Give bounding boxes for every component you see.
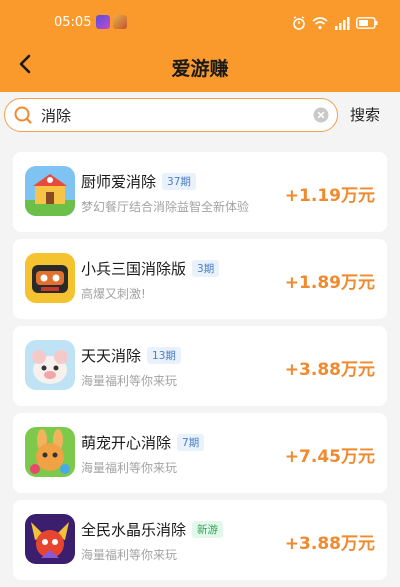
game-description: 海量福利等你来玩 — [81, 548, 178, 562]
search-button[interactable]: 搜索 — [350, 104, 380, 125]
game-icon — [25, 166, 75, 216]
list-item[interactable]: 厨师爱消除 37期 梦幻餐厅结合消除益智全新体验 +1.19万元 — [13, 152, 387, 232]
list-item[interactable]: 萌宠开心消除 7期 海量福利等你来玩 +7.45万元 — [13, 413, 387, 493]
list-item[interactable]: 小兵三国消除版 3期 高爆又刺激! +1.89万元 — [13, 239, 387, 319]
game-name: 萌宠开心消除 — [81, 434, 172, 452]
game-title: 厨师爱消除 37期 — [81, 171, 196, 192]
issue-badge: 13期 — [147, 347, 181, 364]
app-notification-icon — [96, 15, 110, 29]
alarm-icon — [293, 16, 305, 30]
battery-icon — [356, 17, 378, 29]
issue-badge: 3期 — [192, 260, 220, 277]
game-name: 厨师爱消除 — [81, 173, 157, 191]
game-title: 天天消除 13期 — [81, 345, 181, 366]
status-time: 05:05 — [54, 15, 92, 30]
game-title: 萌宠开心消除 7期 — [81, 432, 205, 453]
notification-icons — [96, 15, 127, 29]
game-title: 全民水晶乐消除 新游 — [81, 519, 224, 540]
reward-amount: +1.89万元 — [284, 273, 375, 293]
game-icon — [25, 340, 75, 390]
game-description: 海量福利等你来玩 — [81, 374, 178, 388]
game-icon — [25, 514, 75, 564]
game-name: 天天消除 — [81, 347, 142, 365]
issue-badge: 7期 — [177, 434, 205, 451]
clear-icon[interactable] — [313, 107, 329, 123]
page-title: 爱游赚 — [171, 58, 229, 80]
reward-amount: +3.88万元 — [284, 360, 375, 380]
reward-amount: +3.88万元 — [284, 534, 375, 554]
issue-badge: 37期 — [162, 173, 196, 190]
signal-icon — [335, 16, 350, 30]
game-description: 高爆又刺激! — [81, 287, 146, 301]
game-description: 梦幻餐厅结合消除益智全新体验 — [81, 200, 250, 214]
game-name: 小兵三国消除版 — [81, 260, 187, 278]
header: 05:05 爱游赚 — [0, 0, 400, 92]
app-notification-icon — [113, 15, 127, 29]
reward-amount: +1.19万元 — [284, 186, 375, 206]
status-bar: 05:05 — [0, 12, 400, 38]
game-icon — [25, 253, 75, 303]
game-title: 小兵三国消除版 3期 — [81, 258, 220, 279]
wifi-icon — [312, 16, 328, 29]
status-indicators — [292, 16, 378, 30]
reward-amount: +7.45万元 — [284, 447, 375, 467]
game-name: 全民水晶乐消除 — [81, 521, 187, 539]
new-game-badge: 新游 — [192, 521, 224, 538]
search-field[interactable] — [4, 98, 338, 132]
list-item[interactable]: 全民水晶乐消除 新游 海量福利等你来玩 +3.88万元 — [13, 500, 387, 580]
game-description: 海量福利等你来玩 — [81, 461, 178, 475]
game-icon — [25, 427, 75, 477]
search-bar: 搜索 — [0, 92, 400, 138]
list-item[interactable]: 天天消除 13期 海量福利等你来玩 +3.88万元 — [13, 326, 387, 406]
search-input[interactable] — [41, 103, 301, 127]
search-icon — [14, 106, 32, 124]
